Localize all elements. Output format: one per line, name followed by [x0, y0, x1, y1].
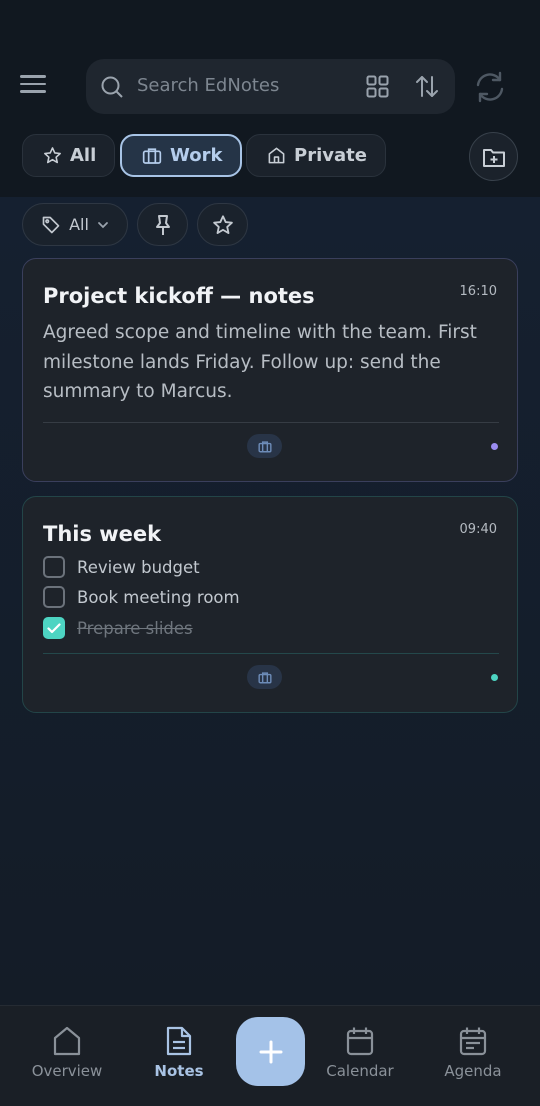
favorites-filter-button[interactable] — [197, 203, 248, 246]
pin-icon — [155, 214, 170, 235]
nav-item-calendar[interactable]: Calendar — [326, 1026, 394, 1080]
category-chip-private[interactable]: Private — [246, 134, 386, 177]
note-body: Agreed scope and timeline with the team.… — [43, 322, 477, 402]
checklist-item-label: Book meeting room — [77, 587, 240, 607]
note-title: Project kickoff — notes — [43, 284, 315, 308]
checklist-item-label: Prepare slides — [77, 618, 193, 638]
note-title: This week — [43, 522, 162, 546]
category-chip-work[interactable]: Work — [120, 134, 243, 177]
category-chip-all[interactable]: All — [22, 134, 116, 177]
folder-badge — [247, 434, 282, 458]
search-icon — [101, 76, 123, 98]
folder-badge — [247, 665, 282, 689]
note-card[interactable]: Project kickoff — notes 16:10 Agreed sco… — [22, 258, 518, 482]
grid-view-icon[interactable] — [366, 75, 389, 98]
checklist-item[interactable]: Prepare slides — [43, 617, 193, 639]
checklist-item[interactable]: Review budget — [43, 556, 200, 578]
checklist-item-label: Review budget — [77, 557, 200, 577]
chevron-down-icon — [98, 221, 108, 228]
note-time: 09:40 — [459, 522, 497, 537]
tag-icon — [42, 216, 60, 233]
note-time: 16:10 — [459, 284, 497, 299]
checkbox[interactable] — [43, 556, 65, 578]
menu-icon-bar — [20, 82, 46, 86]
nav-item-label: Notes — [154, 1062, 204, 1080]
search-input[interactable]: Search EdNotes — [137, 75, 279, 96]
star-icon — [44, 147, 61, 164]
briefcase-icon — [257, 440, 272, 452]
new-folder-button[interactable] — [469, 132, 518, 181]
home-icon — [268, 147, 285, 164]
folder-plus-icon — [482, 148, 505, 167]
note-color-dot — [491, 674, 498, 681]
checkmark-icon — [47, 622, 61, 633]
checkbox[interactable] — [43, 617, 65, 639]
nav-item-label: Calendar — [326, 1062, 394, 1080]
tag-filter-dropdown[interactable]: All — [22, 203, 128, 246]
card-divider — [43, 653, 499, 654]
menu-icon — [20, 75, 46, 78]
category-chip-label: Private — [294, 145, 367, 166]
nav-item-agenda[interactable]: Agenda — [443, 1026, 503, 1080]
note-color-dot — [491, 443, 498, 450]
category-chip-label: Work — [170, 145, 223, 166]
nav-item-overview[interactable]: Overview — [32, 1026, 102, 1080]
menu-icon-bar — [20, 90, 46, 93]
nav-item-notes[interactable]: Notes — [150, 1026, 208, 1080]
briefcase-icon — [142, 148, 162, 164]
checkbox[interactable] — [43, 586, 65, 608]
home-icon — [53, 1026, 81, 1056]
tag-filter-label: All — [69, 215, 89, 234]
nav-item-label: Overview — [31, 1062, 103, 1080]
nav-item-label: Agenda — [444, 1062, 502, 1080]
briefcase-icon — [257, 671, 272, 683]
category-chip-label: All — [70, 145, 97, 166]
star-icon — [212, 214, 233, 234]
calendar-icon — [346, 1027, 374, 1056]
add-note-button[interactable] — [236, 1017, 305, 1086]
checklist-item[interactable]: Book meeting room — [43, 586, 240, 608]
plus-icon — [259, 1040, 282, 1063]
card-divider — [43, 422, 499, 423]
sync-icon[interactable] — [473, 70, 507, 104]
menu-button[interactable] — [20, 70, 50, 104]
document-icon — [166, 1026, 192, 1056]
note-card[interactable]: This week 09:40 Review budget Book meeti… — [22, 496, 518, 713]
sort-icon[interactable] — [415, 74, 439, 99]
pinned-filter-button[interactable] — [137, 203, 188, 246]
agenda-icon — [459, 1027, 487, 1056]
search-bar[interactable]: Search EdNotes — [86, 59, 455, 114]
